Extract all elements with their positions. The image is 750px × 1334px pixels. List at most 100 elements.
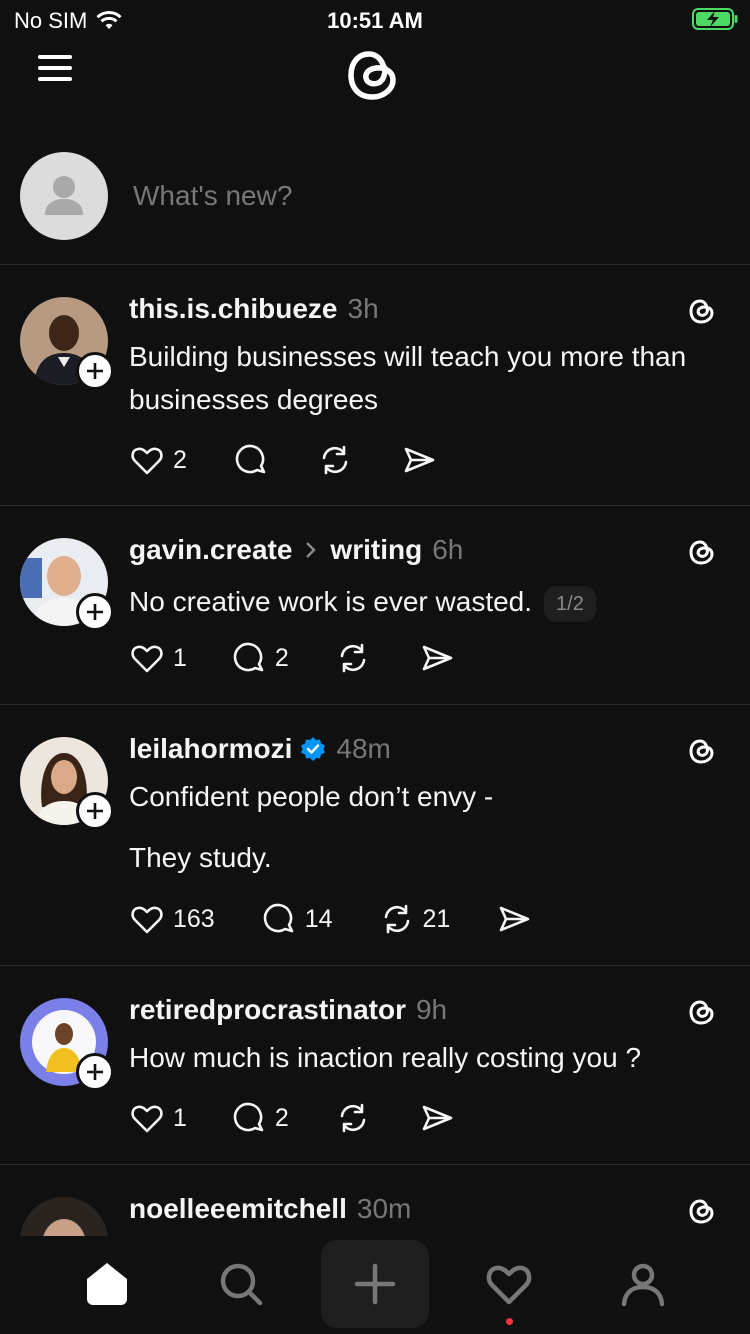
plus-icon	[87, 363, 103, 379]
threads-icon[interactable]	[686, 536, 718, 568]
notification-dot	[506, 1318, 513, 1325]
send-icon	[422, 1105, 453, 1131]
post: leilahormozi 48m Confident people don’t …	[0, 705, 750, 965]
post-text: How much is inaction really costing you …	[129, 1042, 642, 1073]
post-time: 6h	[432, 534, 464, 565]
person-placeholder-icon	[45, 176, 83, 215]
post-username[interactable]: this.is.chibueze	[129, 293, 338, 325]
heart-icon	[131, 447, 163, 475]
post-time: 30m	[356, 1193, 412, 1224]
tab-search[interactable]	[187, 1240, 295, 1328]
clock: 10:51 AM	[327, 8, 423, 33]
reply-count: 2	[274, 1103, 289, 1132]
share-button[interactable]	[496, 899, 532, 939]
home-icon	[87, 1263, 127, 1305]
repost-icon	[384, 904, 409, 934]
reply-count: 2	[274, 643, 289, 672]
avatar[interactable]	[20, 1197, 108, 1236]
repost-count: 21	[422, 904, 451, 933]
post: gavin.create writing 6h No creative work…	[0, 506, 750, 704]
tab-activity[interactable]	[455, 1240, 563, 1328]
post-time: 3h	[347, 293, 379, 324]
post: noelleeemitchell 30m	[0, 1165, 750, 1236]
share-button[interactable]	[419, 638, 455, 678]
like-count: 163	[173, 904, 215, 933]
user-avatar[interactable]	[20, 152, 108, 240]
repost-icon	[340, 1103, 366, 1133]
follow-button[interactable]	[76, 593, 114, 631]
repost-icon	[322, 445, 348, 475]
plus-icon	[87, 1064, 103, 1080]
chevron-right-icon	[306, 542, 317, 558]
post-username[interactable]: retiredprocrastinator	[129, 994, 406, 1026]
post: this.is.chibueze 3h Building businesses …	[0, 265, 750, 505]
post: retiredprocrastinator 9h How much is ina…	[0, 966, 750, 1164]
follow-button[interactable]	[76, 1053, 114, 1091]
tab-profile[interactable]	[589, 1240, 697, 1328]
reply-button[interactable]: 2	[231, 1098, 289, 1138]
tab-bar	[0, 1236, 750, 1334]
tab-new-thread[interactable]	[321, 1240, 429, 1328]
follow-button[interactable]	[76, 792, 114, 830]
post-text: Building businesses will teach you more …	[129, 341, 687, 415]
like-count: 1	[173, 643, 187, 672]
tab-home[interactable]	[53, 1240, 161, 1328]
like-button[interactable]: 2	[129, 440, 187, 480]
comment-icon	[233, 1102, 264, 1132]
threads-icon[interactable]	[686, 996, 718, 1028]
repost-button[interactable]	[335, 1098, 371, 1138]
reply-button[interactable]: 14	[261, 899, 333, 939]
post-username[interactable]: gavin.create	[129, 534, 292, 566]
activity-icon	[486, 1265, 532, 1305]
follow-button[interactable]	[76, 352, 114, 390]
repost-button[interactable]	[317, 440, 353, 480]
verified-badge-icon	[301, 737, 326, 761]
thread-page-badge: 1/2	[544, 585, 596, 622]
avatar-photo	[20, 1197, 108, 1236]
send-icon	[422, 645, 453, 671]
send-icon	[500, 906, 530, 932]
share-button[interactable]	[419, 1098, 455, 1138]
reply-count: 14	[304, 904, 333, 933]
like-count: 1	[173, 1103, 187, 1132]
comment-icon	[235, 444, 266, 474]
send-icon	[404, 447, 435, 473]
new-thread-icon	[354, 1263, 396, 1305]
plus-icon	[87, 604, 103, 620]
reply-button[interactable]: 2	[231, 638, 289, 678]
menu-icon[interactable]	[36, 52, 76, 84]
like-count: 2	[173, 445, 187, 474]
comment-icon	[233, 642, 264, 672]
like-button[interactable]: 1	[129, 1098, 187, 1138]
search-icon	[220, 1263, 263, 1306]
repost-button[interactable]	[335, 638, 371, 678]
like-button[interactable]: 1	[129, 638, 187, 678]
post-time: 9h	[415, 994, 448, 1025]
status-bar: No SIM 10:51 AM	[0, 0, 750, 40]
repost-icon	[340, 643, 366, 673]
post-topic[interactable]: writing	[330, 534, 422, 566]
post-text-line-1: Confident people don’t envy -	[129, 781, 494, 812]
battery-charging-icon	[692, 8, 738, 30]
comment-icon	[263, 903, 294, 933]
post-text: No creative work is ever wasted.	[129, 586, 533, 617]
share-button[interactable]	[401, 440, 437, 480]
composer[interactable]: What's new?	[0, 152, 750, 264]
profile-icon	[621, 1263, 665, 1307]
threads-icon[interactable]	[686, 735, 718, 767]
threads-logo[interactable]	[340, 40, 408, 108]
threads-icon[interactable]	[686, 295, 718, 327]
heart-icon	[131, 1105, 163, 1133]
plus-icon	[87, 803, 103, 819]
composer-placeholder[interactable]: What's new?	[133, 180, 292, 212]
post-username[interactable]: leilahormozi	[129, 733, 292, 765]
threads-icon[interactable]	[686, 1195, 718, 1227]
heart-icon	[131, 906, 163, 934]
post-time: 48m	[336, 733, 391, 764]
repost-button[interactable]: 21	[379, 899, 451, 939]
heart-icon	[131, 645, 163, 673]
post-username[interactable]: noelleeemitchell	[129, 1193, 347, 1225]
like-button[interactable]: 163	[129, 899, 215, 939]
post-text-line-2: They study.	[129, 842, 272, 873]
reply-button[interactable]	[233, 440, 269, 480]
